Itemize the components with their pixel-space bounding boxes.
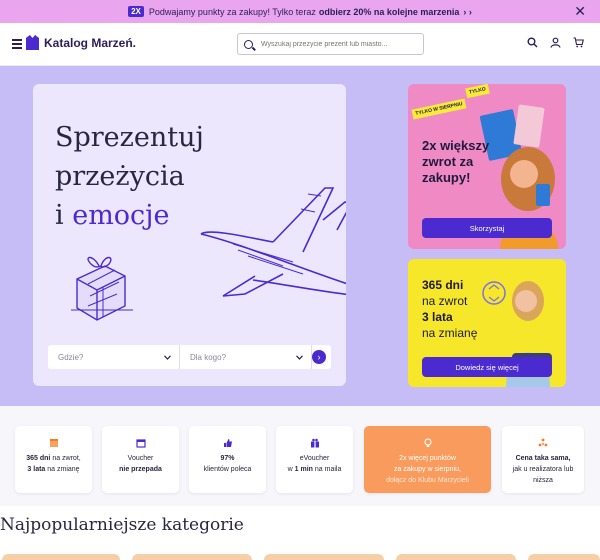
features-section: 365 dni na zwrot, 3 lata na zmianę Vouch… bbox=[0, 406, 600, 506]
promo-highlight[interactable]: odbierz 20% na kolejne marzenia bbox=[319, 7, 460, 17]
menu-icon[interactable] bbox=[12, 39, 22, 49]
feature-club[interactable]: 2x więcej punktów za zakupy w sierpniu, … bbox=[364, 426, 491, 493]
logo[interactable]: Katalog Marzeń. bbox=[26, 35, 136, 50]
calendar-icon bbox=[135, 439, 146, 448]
hero-search: Gdzie? Dla kogo? › bbox=[48, 345, 331, 369]
feature-returns: 365 dni na zwrot, 3 lata na zmianę bbox=[15, 426, 92, 493]
logo-text: Katalog Marzeń. bbox=[44, 35, 137, 50]
where-placeholder: Gdzie? bbox=[58, 352, 84, 362]
gift-icon bbox=[71, 256, 133, 321]
promo-card-returns[interactable]: 365 dni na zwrot 3 lata na zmianę Dowied… bbox=[408, 259, 566, 387]
category-card[interactable] bbox=[264, 554, 384, 560]
feature-voucher: Voucher nie przepada bbox=[102, 426, 179, 493]
user-icon[interactable] bbox=[550, 37, 561, 48]
hero-title-line2: przeżycia bbox=[55, 161, 185, 192]
category-card[interactable] bbox=[528, 554, 600, 560]
promo-bar[interactable]: 2X Podwajamy punkty za zakupy! Tylko ter… bbox=[0, 0, 600, 23]
airplane-icon bbox=[200, 187, 346, 297]
promo-title: 365 dni na zwrot 3 lata na zmianę bbox=[422, 278, 478, 340]
search-submit-button[interactable]: › bbox=[312, 350, 326, 364]
box-icon bbox=[49, 439, 58, 447]
who-placeholder: Dla kogo? bbox=[190, 352, 227, 362]
who-select[interactable]: Dla kogo? bbox=[180, 345, 312, 369]
promo-text: Podwajamy punkty za zakupy! Tylko teraz bbox=[148, 6, 316, 17]
hero-title: Sprezentuj przeżycia i emocje bbox=[55, 118, 204, 235]
category-card[interactable] bbox=[396, 554, 516, 560]
gift-icon bbox=[310, 438, 319, 448]
logo-mark-icon bbox=[26, 35, 39, 50]
promo-title: 2x większy zwrot za zakupy! bbox=[422, 138, 490, 185]
close-icon[interactable]: ✕ bbox=[574, 3, 586, 20]
use-offer-button[interactable]: Skorzystaj bbox=[422, 218, 552, 238]
hero-card: Sprezentuj przeżycia i emocje bbox=[33, 84, 346, 386]
sparkle-icon bbox=[538, 438, 548, 447]
feature-recommend: 97% klientów poleca bbox=[189, 426, 266, 493]
search-icon[interactable] bbox=[527, 37, 538, 48]
feature-price: Cena taka sama, jak u realizatora lub ni… bbox=[502, 426, 584, 493]
cart-icon[interactable] bbox=[573, 37, 584, 48]
chevron-down-icon bbox=[164, 354, 171, 360]
hero-title-line1: Sprezentuj bbox=[55, 122, 204, 153]
section-title: Najpopularniejsze kategorie bbox=[0, 515, 244, 535]
feature-evoucher: eVoucher w 1 min na maila bbox=[276, 426, 353, 493]
category-card[interactable] bbox=[132, 554, 252, 560]
hero-title-accent: emocje bbox=[72, 200, 170, 231]
thumbs-up-icon bbox=[223, 439, 232, 447]
learn-more-button[interactable]: Dowiedz się więcej bbox=[422, 357, 552, 377]
promo-card-double-points[interactable]: TYLKO W SIERPNIU TYLKO 2x większy zwrot … bbox=[408, 84, 566, 249]
where-select[interactable]: Gdzie? bbox=[48, 345, 180, 369]
bulb-icon bbox=[423, 438, 432, 447]
site-header: Katalog Marzeń. bbox=[0, 23, 600, 66]
chevron-down-icon bbox=[296, 354, 303, 360]
promo-badge: 2X bbox=[128, 6, 144, 17]
category-card[interactable] bbox=[2, 554, 120, 560]
search-icon bbox=[244, 39, 253, 49]
promo-arrows: › › bbox=[463, 6, 472, 17]
search-box[interactable] bbox=[237, 33, 424, 55]
hero-title-line3a: i bbox=[55, 200, 73, 231]
search-input[interactable] bbox=[261, 40, 411, 48]
